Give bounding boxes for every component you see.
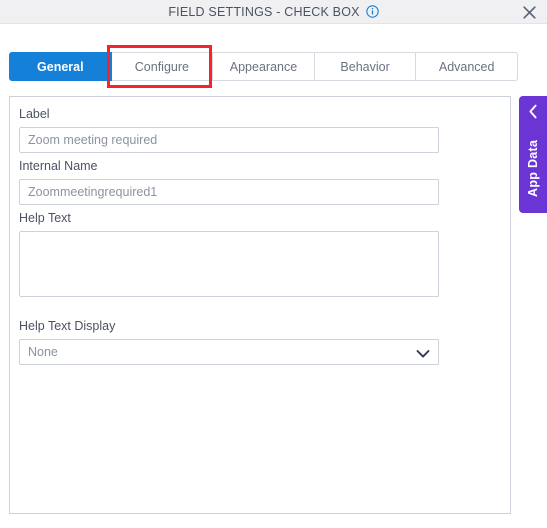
page-title: FIELD SETTINGS - CHECK BOX (168, 4, 360, 19)
tab-advanced[interactable]: Advanced (416, 52, 518, 81)
tab-behavior[interactable]: Behavior (314, 52, 417, 81)
help-text-display-value: None (28, 345, 58, 359)
settings-tab-bar: General Configure Appearance Behavior Ad… (9, 52, 518, 81)
help-text-display-field-label: Help Text Display (19, 319, 116, 333)
tab-behavior-label: Behavior (340, 59, 390, 74)
tab-appearance-label: Appearance (229, 59, 298, 74)
info-circle-icon[interactable] (365, 5, 379, 18)
general-tab-panel: Label Internal Name Help Text Help Text … (9, 96, 511, 514)
help-text-textarea[interactable] (19, 231, 439, 297)
tab-general-label: General (37, 59, 84, 74)
internal-name-field-label: Internal Name (19, 159, 98, 173)
internal-name-input[interactable] (19, 179, 439, 205)
help-text-display-select[interactable]: None (19, 339, 439, 365)
app-data-side-tab-label: App Data (526, 139, 540, 198)
help-text-display-select-wrap: None (19, 339, 439, 365)
help-text-field-label: Help Text (19, 211, 71, 225)
field-settings-dialog: FIELD SETTINGS - CHECK BOX General Confi… (0, 0, 547, 528)
dialog-titlebar: FIELD SETTINGS - CHECK BOX (0, 0, 547, 24)
help-text-display-field-group: Help Text Display None (19, 319, 439, 365)
label-field-group: Label (19, 107, 439, 153)
tab-general[interactable]: General (9, 52, 112, 81)
chevron-left-icon (528, 104, 539, 124)
dialog-title-group: FIELD SETTINGS - CHECK BOX (0, 0, 547, 23)
tab-advanced-label: Advanced (438, 59, 495, 74)
tab-configure-label: Configure (134, 59, 189, 74)
tab-configure[interactable]: Configure (111, 52, 214, 81)
label-input[interactable] (19, 127, 439, 153)
app-data-side-tab[interactable]: App Data (519, 96, 547, 213)
label-field-label: Label (19, 107, 50, 121)
close-icon[interactable] (519, 2, 539, 22)
tab-appearance[interactable]: Appearance (213, 52, 315, 81)
help-text-field-group: Help Text (19, 211, 439, 302)
internal-name-field-group: Internal Name (19, 159, 439, 205)
